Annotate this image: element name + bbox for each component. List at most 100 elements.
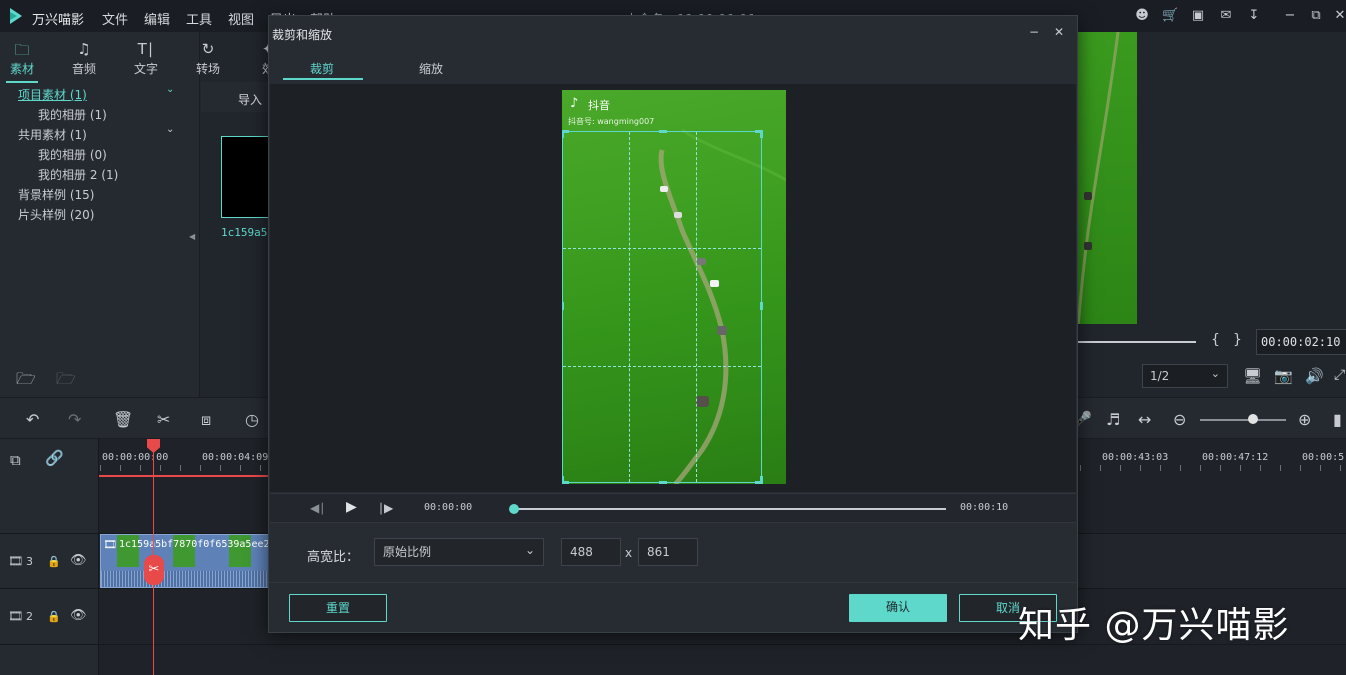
crop-rectangle[interactable] [562,130,763,484]
cut-icon[interactable]: ✂ [157,410,170,429]
close-window-icon[interactable]: ✕ [1332,8,1346,24]
tree-item-background-samples[interactable]: 背景样例 (15) [18,186,94,203]
crop-handle-r[interactable] [760,302,763,310]
zoom-out-icon[interactable]: ⊖ [1173,410,1186,429]
tab-crop[interactable]: 裁剪 [310,60,334,77]
dialog-close-icon[interactable]: ✕ [1054,25,1064,39]
maximize-icon[interactable]: ⧉ [1308,8,1324,24]
cart-icon[interactable]: 🛒 [1162,8,1178,24]
preview-video [1078,32,1137,324]
tree-item-intro-samples[interactable]: 片头样例 (20) [18,206,94,223]
tab-zoom[interactable]: 缩放 [419,60,443,77]
split-scissors-icon[interactable]: ✂ [144,555,164,585]
ruler-tick-1: 00:00:04:09 [202,452,269,463]
volume-icon[interactable]: 🔊 [1305,367,1324,385]
crop-height-input[interactable]: 861 [638,538,698,566]
crop-handle-bl[interactable] [562,476,569,484]
crop-handle-br[interactable] [755,476,763,484]
crop-width-input[interactable]: 488 [561,538,621,566]
tree-item-my-album[interactable]: 我的相册 (1) [38,106,107,123]
delete-folder-icon[interactable]: 🗁 [56,368,76,395]
render-preview-icon[interactable]: 🖥 [1243,367,1262,385]
mark-in-button[interactable]: { [1211,332,1220,348]
menu-view[interactable]: 视图 [228,9,254,28]
playback-thumb[interactable] [509,504,519,514]
ruler-tick-4: 00:00:5 [1302,452,1345,463]
crop-handle-b[interactable] [659,481,667,484]
folder-icon: 🗀 [14,41,30,59]
clip-audio-waveform [101,571,269,587]
add-track-icon[interactable]: ⧉ [10,451,21,469]
undo-icon[interactable]: ↶ [26,410,39,429]
ruler-tick-3: 00:00:47:12 [1202,452,1269,463]
aspect-ratio-value: 原始比例 [383,545,432,559]
quality-select[interactable]: 1/2 ⌄ [1142,364,1228,388]
track-number: 3 [26,555,33,568]
save-icon[interactable]: ▣ [1190,8,1206,24]
tab-audio[interactable]: ♫ 音频 [64,40,104,77]
download-icon[interactable]: ↧ [1246,8,1262,24]
import-button[interactable]: 导入 [238,91,262,108]
preview-progress-track[interactable] [1078,341,1196,343]
chevron-down-icon[interactable]: ⌄ [166,84,174,95]
eye-icon[interactable]: 👁 [70,608,87,623]
prev-frame-icon[interactable]: ◀∣ [310,501,325,515]
mail-icon[interactable]: ✉ [1218,8,1234,24]
video-clip[interactable]: 🎞 1c159a5bf7870f0f6539a5ee2 [100,534,270,588]
tiktok-logo-icon: ♪ [570,96,579,111]
speed-icon[interactable]: ◷ [245,410,259,429]
tree-item-shared-media[interactable]: 共用素材 (1) [18,126,87,143]
new-folder-icon[interactable]: 🗁 [16,368,36,395]
aspect-ratio-select[interactable]: 原始比例 ⌄ [374,538,544,566]
time-start: 00:00:00 [424,502,473,513]
playback-bar: ◀∣ ▶ ∣▶ 00:00:00 00:00:10 [270,493,1076,523]
tree-item-project-media[interactable]: 项目素材 (1) [18,86,87,103]
crop-handle-tr[interactable] [755,130,763,138]
crop-handle-l[interactable] [562,302,564,310]
menu-edit[interactable]: 编辑 [144,9,170,28]
track-header-3: 🎞 3 🔒 👁 [0,533,99,589]
tab-text[interactable]: T∣ 文字 [126,40,166,77]
reset-button[interactable]: 重置 [289,594,387,622]
zoom-slider[interactable] [1200,419,1286,421]
confirm-button[interactable]: 确认 [849,594,947,622]
playback-track[interactable] [514,508,946,510]
transition-icon: ↻ [201,40,215,58]
fullscreen-icon[interactable]: ⤢ [1334,367,1345,383]
crop-icon[interactable]: ⧈ [201,410,211,430]
menu-tools[interactable]: 工具 [186,9,212,28]
zoom-in-icon[interactable]: ⊕ [1298,410,1311,429]
tree-item-my-album-2[interactable]: 我的相册 2 (1) [38,166,118,183]
eye-icon[interactable]: 👁 [70,553,87,568]
tree-item-my-album-0[interactable]: 我的相册 (0) [38,146,107,163]
minimize-icon[interactable]: − [1282,8,1298,24]
redo-icon[interactable]: ↷ [68,410,81,429]
next-frame-icon[interactable]: ∣▶ [378,501,393,515]
media-thumbnail[interactable] [221,136,271,218]
dialog-minimize-icon[interactable]: − [1029,25,1039,39]
delete-icon[interactable]: 🗑 [113,410,133,429]
tab-transition[interactable]: ↻ 转场 [188,40,228,77]
snapshot-icon[interactable]: 📷 [1274,367,1293,385]
lock-icon[interactable]: 🔒 [47,610,61,623]
link-icon[interactable]: 🔗 [45,449,64,467]
media-clip-name: 1c159a5 [221,226,268,239]
clip-film-icon: 🎞 [103,538,117,551]
crop-handle-t[interactable] [659,130,667,133]
crop-handle-tl[interactable] [562,130,569,138]
mark-out-button[interactable]: } [1233,332,1242,348]
zoom-slider-thumb[interactable] [1248,414,1258,424]
aspect-ratio-label: 高宽比： [307,550,360,565]
play-icon[interactable]: ▶ [346,499,357,515]
audio-mix-icon[interactable]: ♬ [1106,410,1120,429]
collapse-arrow-icon[interactable]: ◀ [189,232,195,241]
ruler-tick-0: 00:00:00:00 [102,452,169,463]
panel-icon[interactable]: ▮ [1333,410,1342,429]
chevron-down-icon[interactable]: ⌄ [166,124,174,135]
tab-media[interactable]: 🗀 素材 [2,40,42,77]
menu-file[interactable]: 文件 [102,9,128,28]
lock-icon[interactable]: 🔒 [47,555,61,568]
account-icon[interactable]: ☻ [1134,8,1150,24]
tab-text-label: 文字 [133,62,158,76]
fit-timeline-icon[interactable]: ↔ [1138,410,1151,429]
